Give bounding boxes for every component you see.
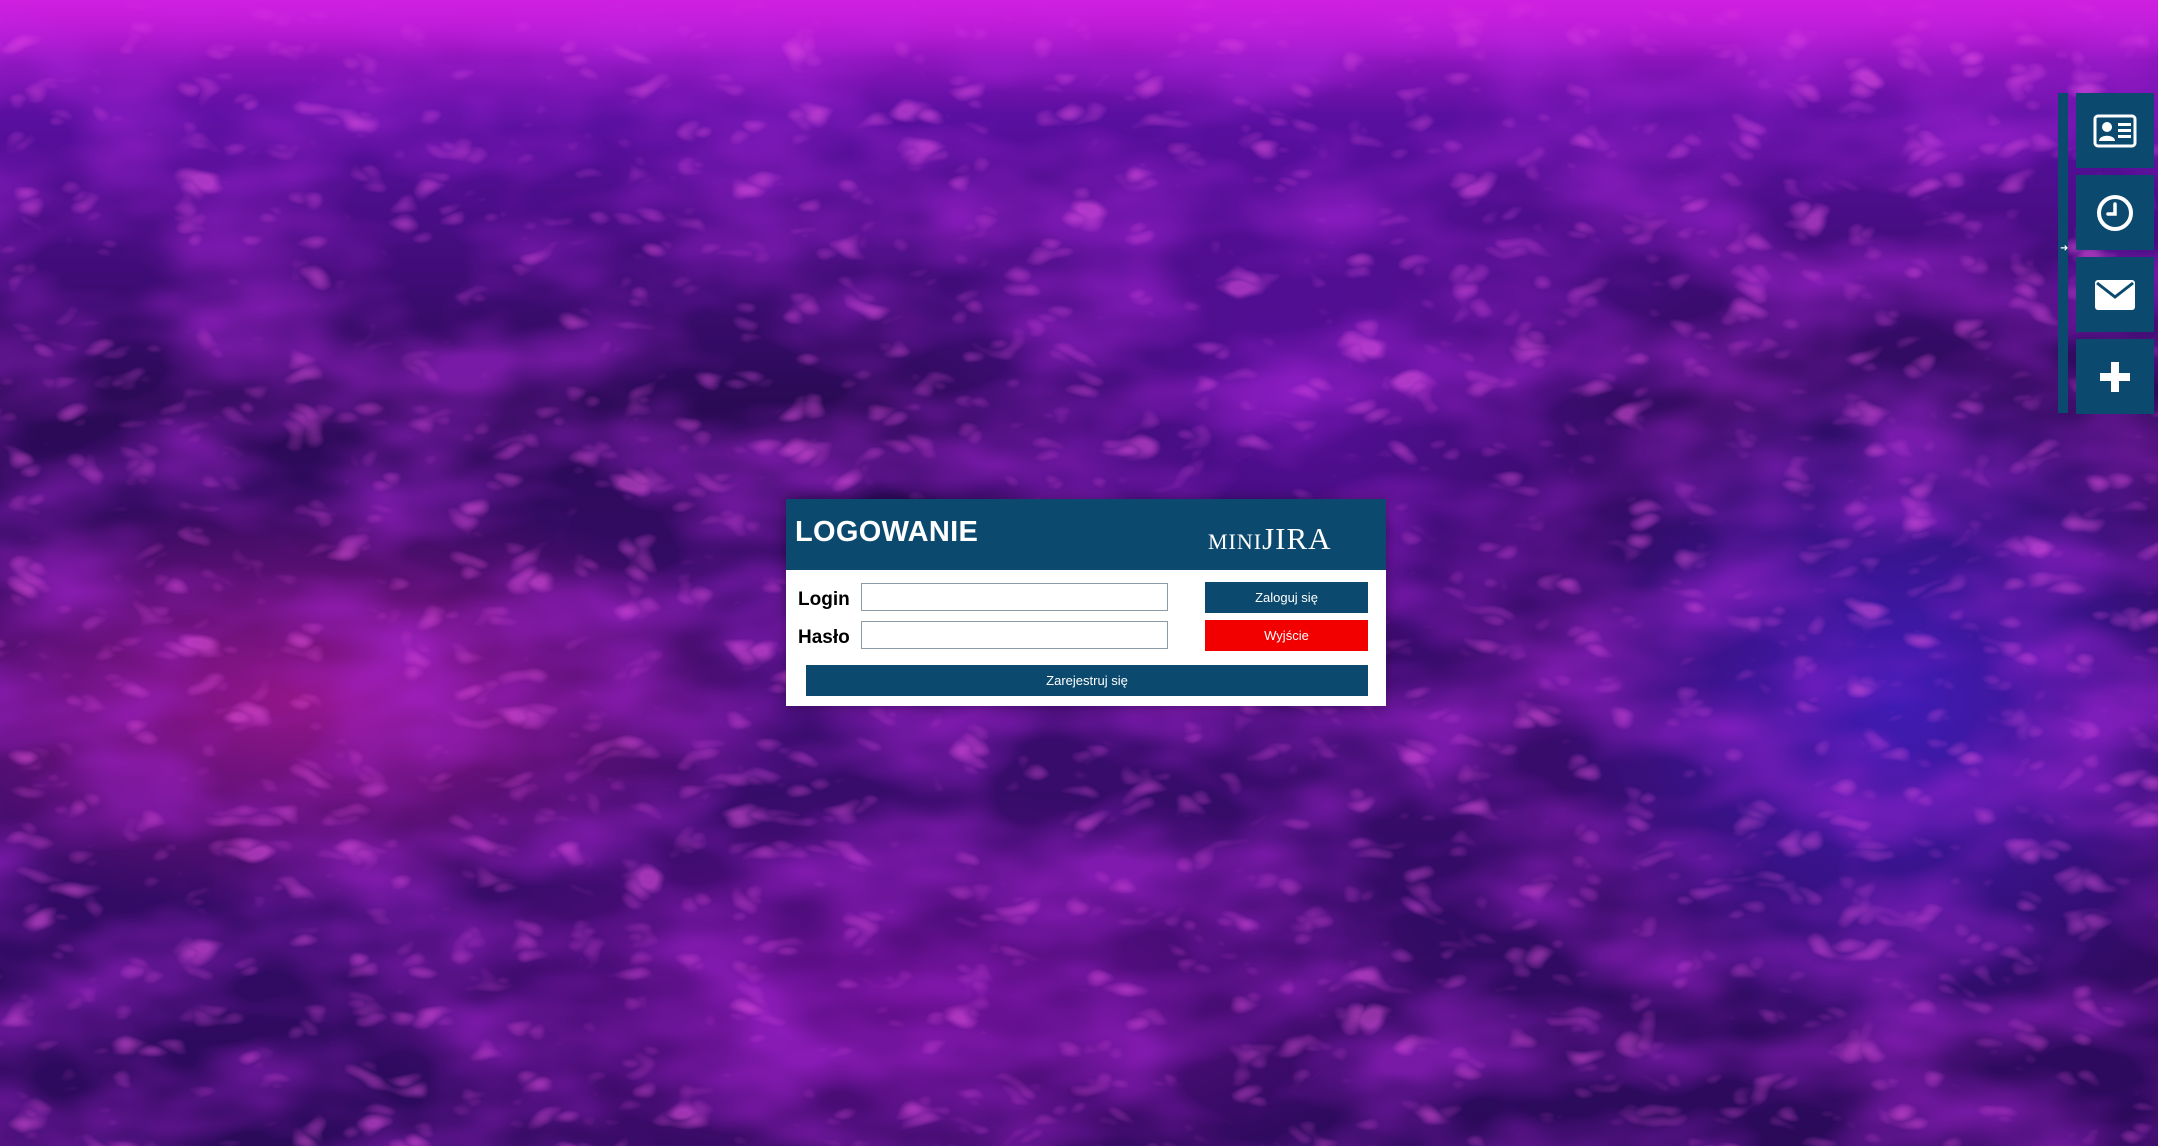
app-window: LOGOWANIE miniJIRA Login Hasło Zaloguj s… bbox=[0, 0, 2158, 1146]
side-button-mail[interactable] bbox=[2076, 257, 2154, 332]
dialog-title: LOGOWANIE bbox=[795, 516, 979, 548]
side-button-contact[interactable] bbox=[2076, 93, 2154, 168]
login-label: Login bbox=[798, 589, 850, 610]
arrow-right-icon: ➜ bbox=[2060, 243, 2069, 254]
contact-card-icon bbox=[2093, 114, 2137, 147]
clock-icon bbox=[2097, 194, 2133, 231]
login-header: LOGOWANIE miniJIRA bbox=[786, 499, 1386, 570]
side-button-add[interactable] bbox=[2076, 339, 2154, 414]
register-button[interactable]: Zarejestruj się bbox=[806, 665, 1368, 696]
login-dialog: LOGOWANIE miniJIRA Login Hasło Zaloguj s… bbox=[786, 499, 1386, 706]
side-button-history[interactable] bbox=[2076, 175, 2154, 250]
login-button[interactable]: Zaloguj się bbox=[1205, 582, 1368, 613]
password-label: Hasło bbox=[798, 627, 850, 648]
login-input[interactable] bbox=[861, 583, 1168, 611]
password-input[interactable] bbox=[861, 621, 1168, 649]
exit-button[interactable]: Wyjście bbox=[1205, 620, 1368, 651]
plus-icon bbox=[2100, 361, 2130, 392]
mail-icon bbox=[2095, 279, 2135, 310]
brand-logo: miniJIRA bbox=[1208, 521, 1332, 556]
